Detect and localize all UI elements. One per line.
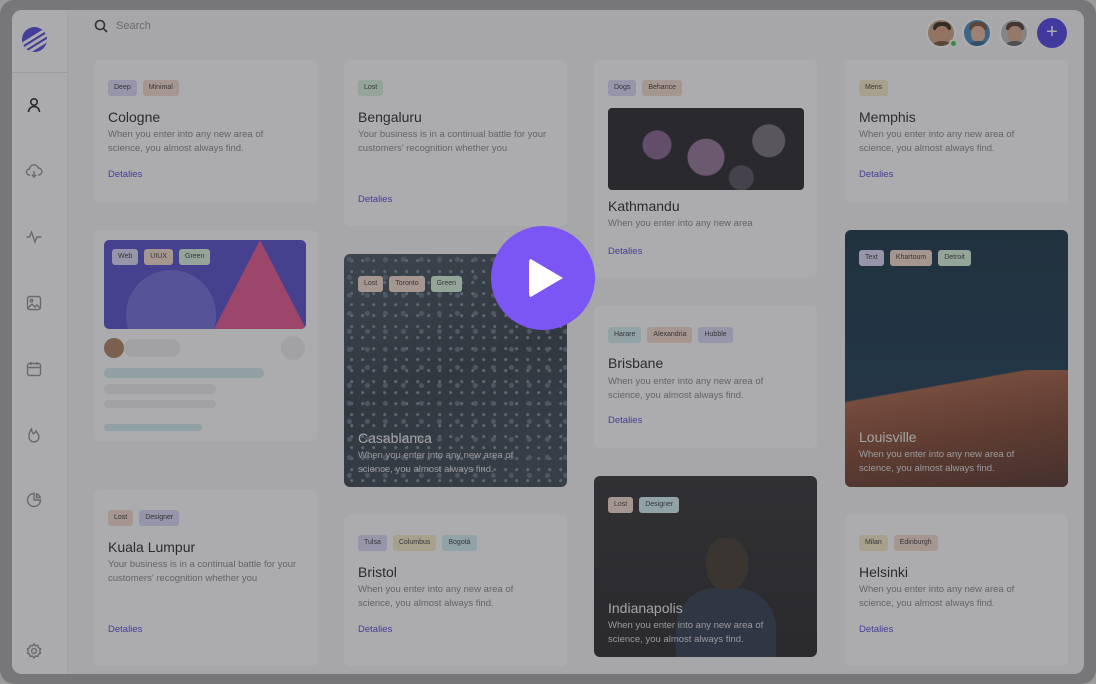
placeholder-pill <box>124 339 180 357</box>
details-link[interactable]: Detalies <box>859 624 893 635</box>
window-frame: + Deep Minimal Cologne When you enter in… <box>0 0 1096 684</box>
sidebar-divider <box>12 72 68 73</box>
card-description: Your business is in a continual battle f… <box>108 559 297 584</box>
online-status-dot <box>949 39 958 48</box>
card-description: When you enter into any new area of scie… <box>859 449 1015 474</box>
avatar <box>104 338 124 358</box>
play-icon <box>529 258 563 298</box>
calendar-icon[interactable] <box>25 360 43 378</box>
tag[interactable]: Designer <box>139 510 180 526</box>
details-link[interactable]: Detalies <box>358 624 392 635</box>
logo-icon[interactable] <box>22 27 47 52</box>
card-description: When you enter into any new area of scie… <box>358 584 514 609</box>
tag[interactable]: UIUX <box>144 249 174 265</box>
tag[interactable]: Toronto <box>389 276 425 292</box>
tag[interactable]: Green <box>430 276 463 292</box>
card-louisville[interactable]: Text Khartoum Detroit Louisville When yo… <box>845 230 1068 487</box>
activity-icon[interactable] <box>25 228 43 246</box>
card-title: Indianapolis <box>608 600 683 616</box>
image-icon[interactable] <box>25 294 43 312</box>
tag[interactable]: Green <box>179 249 211 265</box>
card-description: When you enter into any new area of scie… <box>608 620 764 645</box>
card-memphis[interactable]: Mens Memphis When you enter into any new… <box>845 60 1068 203</box>
card-brisbane[interactable]: Harare Alexandria Hubble Brisbane When y… <box>594 306 817 448</box>
details-link[interactable]: Detalies <box>859 169 893 180</box>
tag[interactable]: Lost <box>608 497 634 513</box>
tag[interactable]: Edinburgh <box>893 535 938 551</box>
card-bristol[interactable]: Tulsa Columbus Bogotá Bristol When you e… <box>344 515 567 666</box>
fire-icon[interactable] <box>25 426 43 444</box>
tag[interactable]: Deep <box>108 80 137 96</box>
card-title: Bengaluru <box>358 109 422 125</box>
tag[interactable]: Lost <box>358 80 384 96</box>
sidebar <box>12 10 68 674</box>
card-title: Kathmandu <box>608 198 680 214</box>
add-button[interactable]: + <box>1037 18 1067 48</box>
card-description: When you enter into any new area <box>608 218 753 229</box>
tag[interactable]: Harare <box>608 327 642 343</box>
card-helsinki[interactable]: Milan Edinburgh Helsinki When you enter … <box>845 515 1068 666</box>
card-mockup[interactable]: Web UIUX Green <box>94 230 317 441</box>
avatar[interactable] <box>999 18 1029 48</box>
placeholder-circle <box>281 336 305 360</box>
card-description: When you enter into any new area of scie… <box>358 450 514 475</box>
card-title: Cologne <box>108 109 161 125</box>
avatar[interactable] <box>962 18 992 48</box>
details-link[interactable]: Detalies <box>358 194 392 205</box>
tag[interactable]: Khartoum <box>889 250 933 266</box>
card-cologne[interactable]: Deep Minimal Cologne When you enter into… <box>94 60 317 203</box>
settings-icon[interactable] <box>25 642 43 660</box>
card-bengaluru[interactable]: Lost Bengaluru Your business is in a con… <box>344 60 567 226</box>
cloud-download-icon[interactable] <box>25 162 43 180</box>
placeholder-line <box>104 400 216 408</box>
tag[interactable]: Minimal <box>142 80 179 96</box>
tag[interactable]: Lost <box>358 276 384 292</box>
card-title: Memphis <box>859 109 916 125</box>
card-description: When you enter into any new area of scie… <box>108 129 264 154</box>
card-kathmandu[interactable]: Dogs Behance Kathmandu When you enter in… <box>594 60 817 277</box>
tag[interactable]: Alexandria <box>647 327 693 343</box>
card-title: Bristol <box>358 564 397 580</box>
succulents-image <box>608 108 804 190</box>
tag[interactable]: Tulsa <box>358 535 387 551</box>
card-title: Helsinki <box>859 564 909 580</box>
card-title: Casablanca <box>358 430 432 446</box>
tag[interactable]: Text <box>859 250 884 266</box>
card-description: Your business is in a continual battle f… <box>358 129 547 154</box>
tag[interactable]: Mens <box>859 80 889 96</box>
card-description: When you enter into any new area of scie… <box>859 129 1015 154</box>
card-kuala-lumpur[interactable]: Lost Designer Kuala Lumpur Your business… <box>94 490 317 666</box>
tag[interactable]: Detroit <box>938 250 971 266</box>
placeholder-line <box>104 368 264 378</box>
card-description: When you enter into any new area of scie… <box>859 584 1015 609</box>
placeholder-line <box>104 384 216 394</box>
app-container: + Deep Minimal Cologne When you enter in… <box>12 10 1084 674</box>
details-link[interactable]: Detalies <box>608 415 642 426</box>
details-link[interactable]: Detalies <box>108 169 142 180</box>
tag[interactable]: Behance <box>642 80 682 96</box>
pie-chart-icon[interactable] <box>25 491 43 509</box>
tag[interactable]: Designer <box>639 497 680 513</box>
search-icon <box>94 19 108 33</box>
details-link[interactable]: Detalies <box>108 624 142 635</box>
play-button[interactable] <box>491 226 595 330</box>
card-title: Kuala Lumpur <box>108 539 196 555</box>
tag[interactable]: Lost <box>108 510 134 526</box>
search-input[interactable] <box>116 20 256 32</box>
tag[interactable]: Dogs <box>608 80 637 96</box>
tag[interactable]: Bogotá <box>442 535 477 551</box>
user-icon[interactable] <box>25 96 43 114</box>
placeholder-line <box>104 424 202 431</box>
search-bar[interactable] <box>94 16 256 36</box>
details-link[interactable]: Detalies <box>608 246 642 257</box>
card-title: Louisville <box>859 429 917 445</box>
tag[interactable]: Web <box>112 249 139 265</box>
tag[interactable]: Hubble <box>698 327 733 343</box>
card-description: When you enter into any new area of scie… <box>608 376 764 401</box>
card-title: Brisbane <box>608 355 664 371</box>
card-indianapolis[interactable]: Lost Designer Indianapolis When you ente… <box>594 476 817 657</box>
tag[interactable]: Milan <box>859 535 888 551</box>
tag[interactable]: Columbus <box>392 535 437 551</box>
